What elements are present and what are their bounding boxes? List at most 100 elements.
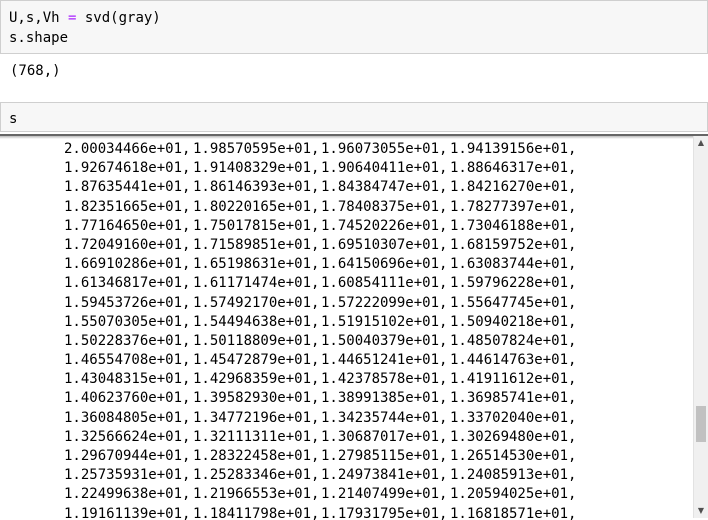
array-row: 1.82351665e+01, 1.80220165e+01, 1.78408375…: [0, 198, 692, 217]
scrolled-output-area[interactable]: 2.00034466e+01, 1.98570595e+01, 1.96073055…: [0, 134, 708, 520]
array-value: 1.38991385e+01,: [321, 390, 448, 407]
array-row: 1.77164650e+01, 1.75017815e+01, 1.74520226…: [0, 217, 692, 236]
array-value: 1.40623760e+01,: [64, 390, 191, 407]
array-value: 1.75017815e+01,: [193, 217, 320, 234]
array-value: 1.54494638e+01,: [193, 313, 320, 330]
code-text: U,s,Vh: [9, 10, 69, 26]
array-value: 1.55070305e+01,: [64, 313, 191, 330]
array-value: 1.26514530e+01,: [450, 448, 577, 464]
array-value: 1.50228376e+01,: [64, 332, 191, 349]
array-value: 1.21407499e+01,: [321, 486, 448, 503]
array-value: 1.22499638e+01,: [64, 486, 191, 503]
array-value: 1.30687017e+01,: [321, 428, 448, 445]
array-row: 1.50228376e+01, 1.50118809e+01, 1.50040379…: [0, 332, 692, 351]
output-scrollbar[interactable]: ▲ ▼: [693, 136, 708, 518]
array-row: 1.36084805e+01, 1.34772196e+01, 1.34235744…: [0, 409, 692, 428]
array-value: 1.50940218e+01,: [450, 313, 577, 330]
array-value: 1.55647745e+01,: [450, 294, 577, 311]
array-value: 1.61171474e+01,: [193, 275, 320, 292]
code-line: s: [9, 111, 18, 127]
array-value: 1.68159752e+01,: [450, 236, 577, 253]
array-value: 1.61346817e+01,: [64, 275, 191, 292]
array-value: 1.82351665e+01,: [64, 198, 191, 215]
cell-output-1: (768,): [10, 63, 61, 79]
array-value: 1.29670944e+01,: [64, 448, 191, 464]
code-cell-input-1[interactable]: U,s,Vh = svd(gray) s.shape: [0, 0, 708, 54]
scroll-thumb[interactable]: [696, 406, 706, 442]
array-value: 1.92674618e+01,: [64, 160, 191, 177]
array-value: 1.30269480e+01,: [450, 428, 577, 445]
array-value: 1.20594025e+01,: [450, 486, 577, 503]
array-row: 1.32566624e+01, 1.32111311e+01, 1.30687017…: [0, 428, 692, 447]
array-value: 1.57222099e+01,: [321, 294, 448, 311]
array-value: 1.86146393e+01,: [193, 179, 320, 196]
array-value: 1.50118809e+01,: [193, 332, 320, 349]
code-line: U,s,Vh = svd(gray): [9, 8, 161, 28]
array-value: 1.87635441e+01,: [64, 179, 191, 196]
array-value: 1.69510307e+01,: [321, 236, 448, 253]
array-value: 1.80220165e+01,: [193, 198, 320, 215]
array-value: 1.90640411e+01,: [321, 160, 448, 177]
array-value: 1.34772196e+01,: [193, 409, 320, 426]
array-value: 1.24973841e+01,: [321, 467, 448, 484]
array-value: 1.21966553e+01,: [193, 486, 320, 503]
array-row: 1.55070305e+01, 1.54494638e+01, 1.51915102…: [0, 313, 692, 332]
array-value: 1.24085913e+01,: [450, 467, 577, 484]
array-value: 1.41911612e+01,: [450, 371, 577, 388]
array-row: 1.29670944e+01, 1.28322458e+01, 1.27985115…: [0, 447, 692, 466]
array-value: 1.25735931e+01,: [64, 467, 191, 484]
code-cell-input-2[interactable]: s: [0, 102, 708, 132]
array-value: 1.77164650e+01,: [64, 217, 191, 234]
array-value: 1.46554708e+01,: [64, 352, 191, 369]
array-value: 1.51915102e+01,: [321, 313, 448, 330]
array-row: 1.22499638e+01, 1.21966553e+01, 1.21407499…: [0, 485, 692, 504]
array-row: 1.43048315e+01, 1.42968359e+01, 1.42378578…: [0, 370, 692, 389]
array-row: 1.72049160e+01, 1.71589851e+01, 1.69510307…: [0, 236, 692, 255]
array-row: 1.59453726e+01, 1.57492170e+01, 1.57222099…: [0, 294, 692, 313]
array-value: 1.25283346e+01,: [193, 467, 320, 484]
array-value: 1.42968359e+01,: [193, 371, 320, 388]
array-value: 1.78408375e+01,: [321, 198, 448, 215]
array-value: 1.33702040e+01,: [450, 409, 577, 426]
array-value: 1.72049160e+01,: [64, 236, 191, 253]
array-value: 1.44614763e+01,: [450, 352, 577, 369]
array-value: 1.98570595e+01,: [193, 141, 320, 157]
array-value: 1.71589851e+01,: [193, 236, 320, 253]
array-value: 1.78277397e+01,: [450, 198, 577, 215]
code-text: svd(gray): [76, 10, 161, 26]
array-row: 1.61346817e+01, 1.61171474e+01, 1.60854111…: [0, 274, 692, 293]
array-value: 1.59453726e+01,: [64, 294, 191, 311]
array-value: 1.36084805e+01,: [64, 409, 191, 426]
array-row: 1.87635441e+01, 1.86146393e+01, 1.84384747…: [0, 178, 692, 197]
array-value: 1.48507824e+01,: [450, 332, 577, 349]
array-value: 1.28322458e+01,: [193, 448, 320, 464]
array-row: 1.25735931e+01, 1.25283346e+01, 1.24973841…: [0, 466, 692, 485]
array-value: 1.65198631e+01,: [193, 256, 320, 273]
array-value: 1.50040379e+01,: [321, 332, 448, 349]
array-row: 1.92674618e+01, 1.91408329e+01, 1.90640411…: [0, 159, 692, 178]
array-value: 1.57492170e+01,: [193, 294, 320, 311]
array-value: 1.84216270e+01,: [450, 179, 577, 196]
array-row: 1.66910286e+01, 1.65198631e+01, 1.64150696…: [0, 255, 692, 274]
array-value: 1.88646317e+01,: [450, 160, 577, 177]
array-value: 1.74520226e+01,: [321, 217, 448, 234]
scroll-down-arrow-icon[interactable]: ▼: [694, 504, 708, 518]
array-value: 1.43048315e+01,: [64, 371, 191, 388]
array-value: 1.45472879e+01,: [193, 352, 320, 369]
array-row: 1.40623760e+01, 1.39582930e+01, 1.38991385…: [0, 389, 692, 408]
array-value: 1.27985115e+01,: [321, 448, 448, 464]
array-value: 1.94139156e+01,: [450, 141, 577, 157]
array-value: 1.84384747e+01,: [321, 179, 448, 196]
array-value: 1.32566624e+01,: [64, 428, 191, 445]
array-value: 1.64150696e+01,: [321, 256, 448, 273]
array-value: 1.59796228e+01,: [450, 275, 577, 292]
array-row: 2.00034466e+01, 1.98570595e+01, 1.96073055…: [0, 140, 692, 159]
array-value: 1.42378578e+01,: [321, 371, 448, 388]
scroll-up-arrow-icon[interactable]: ▲: [694, 136, 708, 150]
array-value: 1.96073055e+01,: [321, 141, 448, 157]
array-value: 1.63083744e+01,: [450, 256, 577, 273]
array-row: 1.46554708e+01, 1.45472879e+01, 1.44651241…: [0, 351, 692, 370]
array-value: 1.44651241e+01,: [321, 352, 448, 369]
array-value: 1.60854111e+01,: [321, 275, 448, 292]
array-value: 1.36985741e+01,: [450, 390, 577, 407]
